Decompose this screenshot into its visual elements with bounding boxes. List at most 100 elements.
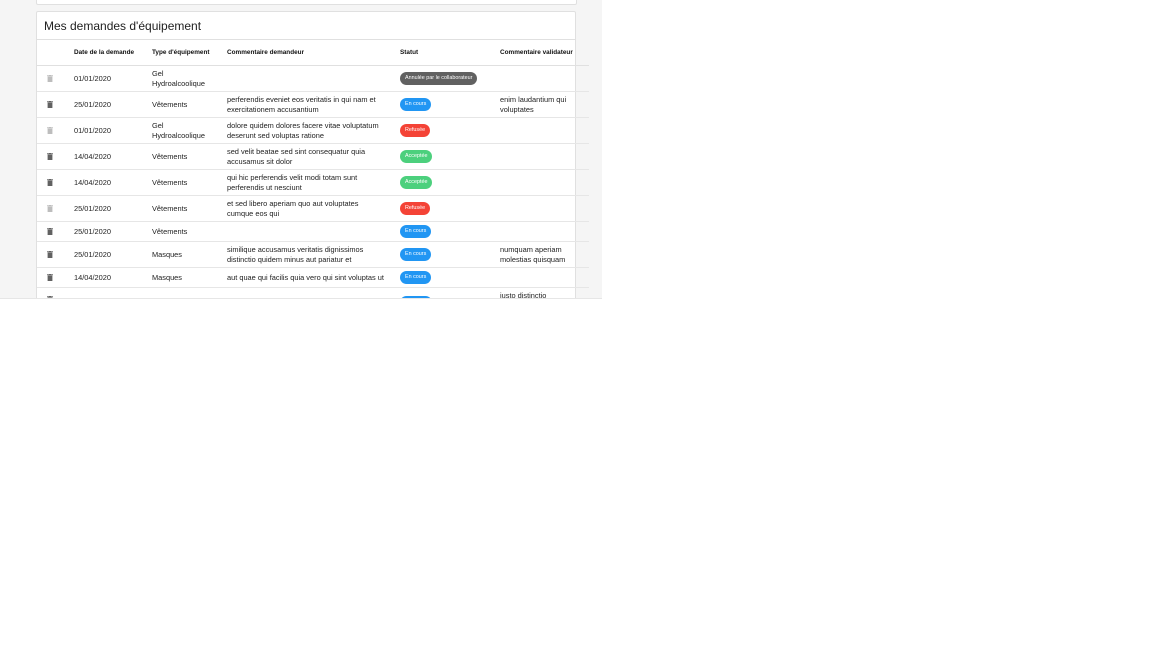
delete-cell <box>37 241 74 268</box>
delete-cell <box>37 91 74 118</box>
trash-icon[interactable] <box>47 74 53 82</box>
type-cell: Masques <box>152 267 227 288</box>
table-body: 01/01/2020 Gel Hydroalcoolique Annulée par… <box>37 65 589 298</box>
table-row: 25/01/2020 Vêtements perferendis eveniet e… <box>37 91 589 118</box>
table-row: 01/01/2020 Gel Hydroalcoolique dolore quid… <box>37 117 589 144</box>
previous-card <box>36 0 577 5</box>
type-cell <box>152 287 227 298</box>
type-cell: Masques <box>152 241 227 268</box>
type-column-header: Type d'équipement <box>152 40 227 66</box>
icon-column-header <box>37 40 74 66</box>
delete-cell <box>37 169 74 196</box>
delete-cell <box>37 143 74 170</box>
status-badge: En cours <box>400 271 432 284</box>
requester-comment-cell: qui hic perferendis velit modi totam sun… <box>227 169 400 196</box>
status-badge <box>400 296 432 298</box>
card-title: Mes demandes d'équipement <box>44 19 202 33</box>
status-cell: En cours <box>400 91 500 118</box>
requester-comment-cell: perferendis eveniet eos veritatis in qui… <box>227 91 400 118</box>
delete-cell <box>37 117 74 144</box>
status-cell: Annulée par le collaborateur <box>400 65 500 92</box>
page-viewport: Mes demandes d'équipement Date de la dem… <box>0 0 602 299</box>
date-cell: 01/01/2020 <box>74 117 152 144</box>
status-cell: En cours <box>400 221 500 242</box>
type-cell: Vêtements <box>152 195 227 222</box>
table-row: 14/04/2020 Vêtements qui hic perferendis v… <box>37 169 589 196</box>
type-cell: Vêtements <box>152 143 227 170</box>
delete-cell <box>37 195 74 222</box>
validator-comment-cell <box>500 65 589 92</box>
trash-icon[interactable] <box>47 273 53 281</box>
requester-comment-cell <box>227 221 400 242</box>
type-cell: Vêtements <box>152 91 227 118</box>
status-cell: Refusée <box>400 117 500 144</box>
equipment-requests-card: Mes demandes d'équipement Date de la dem… <box>36 11 589 298</box>
type-cell: Gel Hydroalcoolique <box>152 117 227 144</box>
requester-comment-cell: dolore quidem dolores facere vitae volup… <box>227 117 400 144</box>
status-badge: Refusée <box>400 202 431 215</box>
date-cell: 14/04/2020 <box>74 169 152 196</box>
table-row: iusto distinctio asperiores <box>37 287 589 298</box>
table-row: 25/01/2020 Vêtements En cours <box>37 221 589 242</box>
requester-comment-cell: et sed libero aperiam quo aut voluptates… <box>227 195 400 222</box>
validator-comment-column-header: Commentaire validateur <box>500 40 589 66</box>
date-cell: 25/01/2020 <box>74 241 152 268</box>
validator-comment-cell <box>500 221 589 242</box>
date-cell: 25/01/2020 <box>74 221 152 242</box>
delete-cell <box>37 287 74 298</box>
type-cell: Gel Hydroalcoolique <box>152 65 227 92</box>
validator-comment-cell <box>500 117 589 144</box>
table-row: 25/01/2020 Vêtements et sed libero aperiam… <box>37 195 589 222</box>
date-cell: 25/01/2020 <box>74 195 152 222</box>
status-badge: Acceptée <box>400 176 433 189</box>
validator-comment-cell: numquam aperiam molestias quisquam <box>500 241 589 268</box>
date-cell: 14/04/2020 <box>74 143 152 170</box>
validator-comment-cell <box>500 267 589 288</box>
date-cell: 14/04/2020 <box>74 267 152 288</box>
status-column-header: Statut <box>400 40 500 66</box>
validator-comment-cell: enim laudantium qui voluptates <box>500 91 589 118</box>
date-cell: 01/01/2020 <box>74 65 152 92</box>
trash-icon[interactable] <box>47 126 53 134</box>
trash-icon[interactable] <box>47 178 53 186</box>
date-cell <box>74 287 152 298</box>
table-row: 01/01/2020 Gel Hydroalcoolique Annulée par… <box>37 65 589 92</box>
validator-comment-cell <box>500 195 589 222</box>
validator-comment-cell <box>500 143 589 170</box>
status-cell <box>400 287 500 298</box>
date-cell: 25/01/2020 <box>74 91 152 118</box>
trash-icon[interactable] <box>47 250 53 258</box>
type-cell: Vêtements <box>152 221 227 242</box>
status-badge: Refusée <box>400 124 431 137</box>
requester-comment-cell: aut quae qui facilis quia vero qui sint … <box>227 267 400 288</box>
validator-comment-cell <box>500 169 589 196</box>
table-row: 14/04/2020 Masques aut quae qui facilis qu… <box>37 267 589 288</box>
type-cell: Vêtements <box>152 169 227 196</box>
delete-cell <box>37 221 74 242</box>
status-cell: Acceptée <box>400 169 500 196</box>
requester-comment-column-header: Commentaire demandeur <box>227 40 400 66</box>
requester-comment-cell: sed velit beatae sed sint consequatur qu… <box>227 143 400 170</box>
status-badge: En cours <box>400 98 432 111</box>
status-badge: Annulée par le collaborateur <box>400 72 478 85</box>
delete-cell <box>37 267 74 288</box>
requester-comment-cell <box>227 65 400 92</box>
date-column-header: Date de la demande <box>74 40 152 66</box>
requester-comment-cell <box>227 287 400 298</box>
status-cell: En cours <box>400 241 500 268</box>
requester-comment-cell: similique accusamus veritatis dignissimo… <box>227 241 400 268</box>
status-cell: Acceptée <box>400 143 500 170</box>
table-header-row: Date de la demande Type d'équipement Comme… <box>37 40 589 66</box>
trash-icon[interactable] <box>47 295 53 298</box>
table-row: 14/04/2020 Vêtements sed velit beatae sed … <box>37 143 589 170</box>
trash-icon[interactable] <box>47 204 53 212</box>
requests-table: Date de la demande Type d'équipement Comme… <box>37 40 589 298</box>
status-badge: En cours <box>400 225 432 238</box>
status-cell: Refusée <box>400 195 500 222</box>
trash-icon[interactable] <box>47 227 53 235</box>
status-cell: En cours <box>400 267 500 288</box>
trash-icon[interactable] <box>47 152 53 160</box>
trash-icon[interactable] <box>47 100 53 108</box>
validator-comment-cell: iusto distinctio asperiores <box>500 287 589 298</box>
status-badge: Acceptée <box>400 150 433 163</box>
